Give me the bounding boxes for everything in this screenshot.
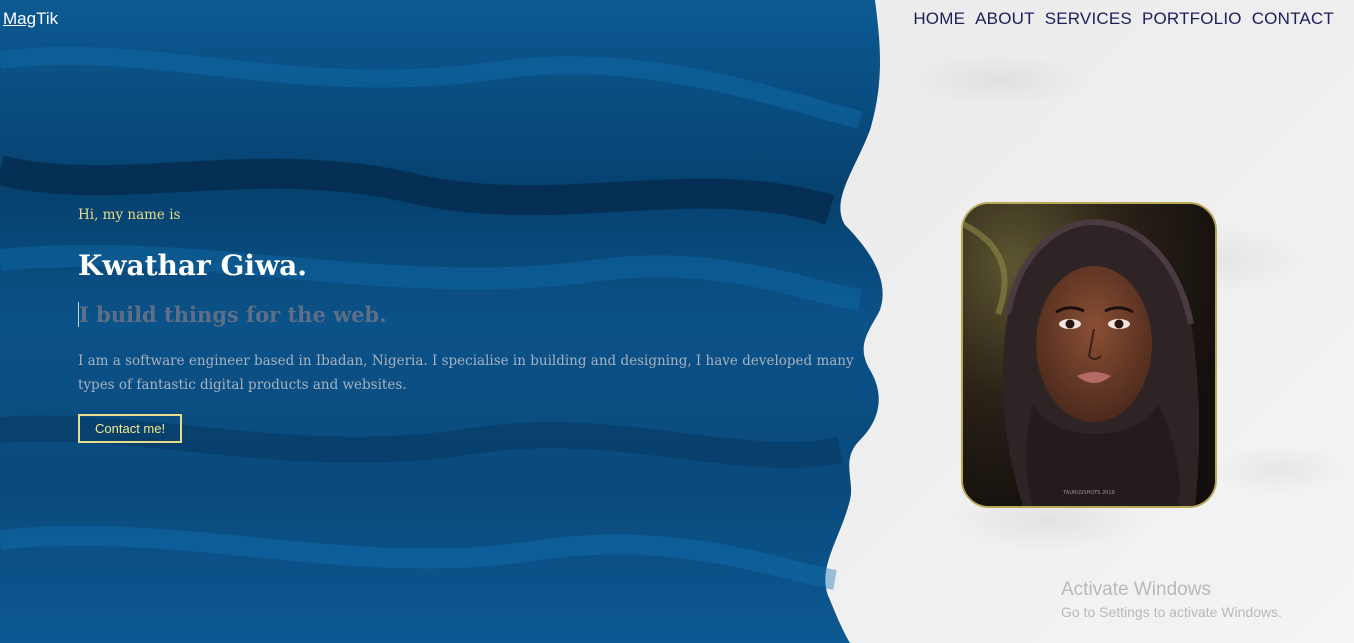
brand-part-1: Mag — [3, 9, 37, 28]
hero-section: Hi, my name is Kwathar Giwa. I build thi… — [78, 207, 868, 443]
greeting-text: Hi, my name is — [78, 207, 181, 223]
watermark-title: Activate Windows — [1061, 579, 1211, 600]
nav-services[interactable]: SERVICES — [1045, 9, 1132, 29]
watermark-subtitle: Go to Settings to activate Windows. — [1061, 604, 1282, 620]
profile-portrait: TAURUSSHOTS 2019 — [961, 202, 1217, 508]
main-nav: HOME ABOUT SERVICES PORTFOLIO CONTACT — [913, 9, 1334, 29]
nav-contact[interactable]: CONTACT — [1252, 9, 1334, 29]
hero-tagline: I build things for the web. — [78, 302, 387, 327]
brand-part-2: Tik — [36, 9, 59, 28]
hero-description: I am a software engineer based in Ibadan… — [78, 353, 854, 393]
nav-portfolio[interactable]: PORTFOLIO — [1142, 9, 1242, 29]
nav-home[interactable]: HOME — [913, 9, 965, 29]
brand-logo[interactable]: MagTik — [3, 9, 58, 29]
contact-me-button[interactable]: Contact me! — [78, 414, 183, 443]
hero-name: Kwathar Giwa. — [78, 249, 308, 282]
activate-windows-watermark: Activate Windows Go to Settings to activ… — [1061, 579, 1282, 620]
photo-credit: TAURUSSHOTS 2019 — [1062, 490, 1114, 496]
nav-about[interactable]: ABOUT — [975, 9, 1035, 29]
